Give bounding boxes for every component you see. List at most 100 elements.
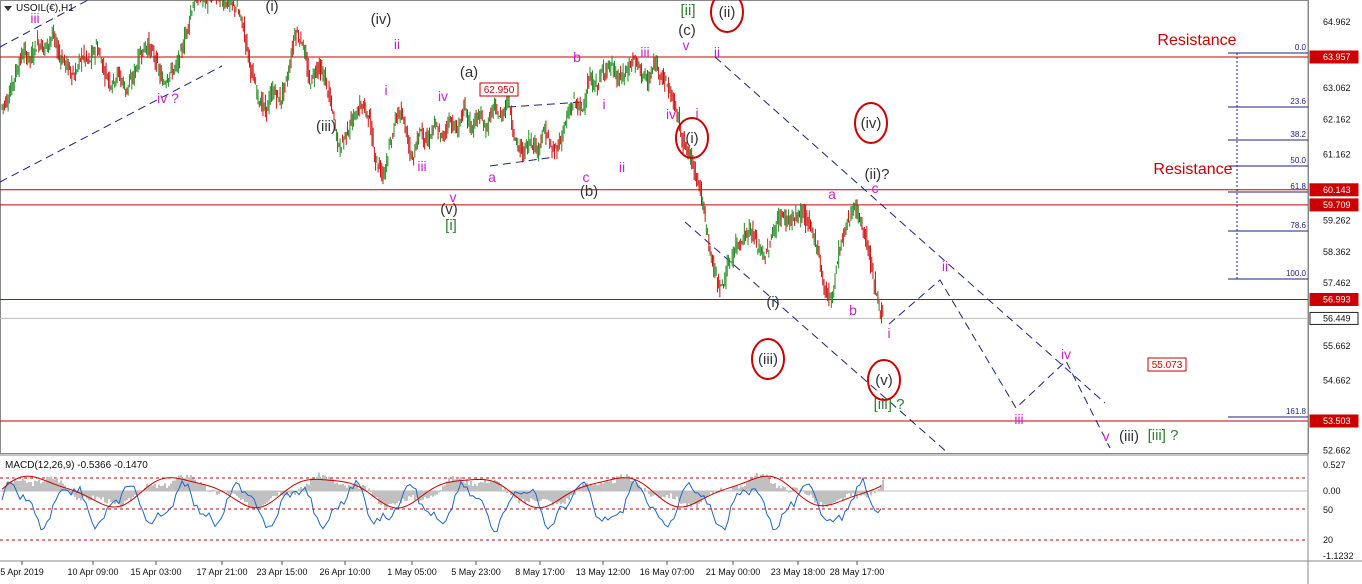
macd-histogram-bar (770, 483, 772, 491)
macd-histogram-bar (210, 489, 212, 491)
macd-histogram-bar (108, 491, 110, 500)
macd-histogram-bar (356, 483, 358, 491)
macd-histogram-bar (166, 487, 168, 491)
macd-histogram-bar (430, 491, 432, 496)
macd-histogram-bar (324, 475, 326, 491)
macd-histogram-bar (412, 491, 414, 496)
price-tick-label: 62.162 (1323, 115, 1351, 125)
wave-projection-path[interactable] (888, 279, 1111, 449)
time-tick-label: 23 May 18:00 (771, 567, 826, 577)
macd-histogram-bar (594, 483, 596, 491)
macd-histogram-bar (268, 491, 270, 501)
fib-level-label: 100.0 (1286, 269, 1307, 278)
macd-histogram-bar (198, 483, 200, 491)
macd-histogram-bar (328, 476, 330, 491)
macd-histogram-bar (18, 481, 20, 491)
macd-histogram-bar (94, 491, 96, 500)
macd-histogram-bar (634, 482, 636, 491)
wave-label-primary: [iii] ? (1148, 427, 1179, 444)
macd-histogram-bar (476, 485, 478, 491)
time-tick-label: 16 May 07:00 (640, 567, 695, 577)
macd-histogram-bar (604, 481, 606, 491)
macd-histogram-bar (780, 488, 782, 491)
macd-histogram-bar (502, 489, 504, 491)
macd-histogram-bar (756, 473, 758, 491)
macd-histogram-bar (216, 491, 218, 495)
trend-line[interactable] (0, 65, 223, 183)
macd-histogram-bar (370, 491, 372, 493)
wave-label-minor: i (602, 96, 605, 112)
price-tick-label: 61.162 (1323, 149, 1351, 159)
price-chart[interactable]: 0.023.638.250.061.878.6100.0161.8 iiiiv … (0, 0, 1362, 584)
macd-histogram-bar (666, 491, 668, 496)
macd-histogram-bar (40, 483, 42, 491)
macd-histogram-bar (614, 482, 616, 491)
macd-histogram-bar (58, 482, 60, 491)
macd-histogram-bar (506, 491, 508, 493)
macd-histogram-bar (842, 491, 844, 501)
price-label: 56.993 (1323, 294, 1351, 304)
time-tick-label: 17 Apr 21:00 (196, 567, 247, 577)
macd-histogram-bar (44, 480, 46, 491)
time-tick-label: 21 May 00:00 (706, 567, 761, 577)
macd-histogram-bar (626, 474, 628, 491)
macd-histogram-bar (262, 491, 264, 506)
macd-histogram-bar (382, 491, 384, 503)
wave-label-intermediate: (iii) (316, 118, 336, 135)
fib-level-label: 38.2 (1290, 130, 1306, 139)
macd-histogram-bar (164, 483, 166, 491)
macd-histogram-bar (100, 491, 102, 500)
macd-histogram-bar (208, 491, 210, 493)
macd-histogram-bar (808, 491, 810, 496)
time-tick-label: 26 Apr 10:00 (319, 567, 370, 577)
macd-histogram-bar (740, 486, 742, 491)
time-tick-label: 10 Apr 09:00 (67, 567, 118, 577)
macd-histogram-bar (132, 491, 134, 498)
price-label: 59.709 (1323, 200, 1351, 210)
macd-histogram-bar (540, 491, 542, 501)
macd-histogram-bar (322, 475, 324, 491)
triangle-down-icon[interactable] (4, 6, 12, 11)
macd-histogram-bar (828, 491, 830, 505)
price-label: 60.143 (1323, 185, 1351, 195)
macd-histogram-bar (194, 479, 196, 491)
macd-histogram-bar (624, 478, 626, 491)
macd-histogram-bar (88, 491, 90, 501)
macd-tick-label: -1.1232 (1323, 551, 1354, 561)
macd-histogram-bar (154, 483, 156, 491)
macd-histogram-bar (28, 481, 30, 491)
chart-title: USOIL(€),H1 (16, 3, 74, 14)
macd-histogram-bar (710, 491, 712, 493)
macd-title: MACD(12,26,9) -0.5366 -0.1470 (5, 460, 148, 471)
macd-histogram-bar (620, 474, 622, 491)
time-tick-label: 13 May 12:00 (576, 567, 631, 577)
wave-label-minor: iv (1061, 346, 1071, 362)
macd-histogram-bar (104, 491, 106, 503)
macd-histogram-bar (796, 487, 798, 491)
trend-line[interactable] (684, 221, 949, 454)
macd-histogram-bar (846, 491, 848, 495)
macd-histogram-bar (26, 483, 28, 491)
macd-histogram-bar (838, 491, 840, 500)
macd-histogram-bar (346, 487, 348, 491)
resistance-label: Resistance (1157, 32, 1236, 49)
price-tick-label: 55.662 (1323, 341, 1351, 351)
macd-histogram-bar (810, 491, 812, 495)
macd-histogram-bar (776, 488, 778, 491)
macd-histogram-bar (606, 480, 608, 491)
macd-histogram-bar (482, 482, 484, 491)
macd-histogram-bar (398, 491, 400, 502)
macd-histogram-bar (228, 491, 230, 495)
macd-histogram-bar (738, 488, 740, 491)
wave-label-intermediate: (v) (440, 201, 458, 218)
macd-histogram-bar (92, 491, 94, 496)
macd-histogram-bar (298, 488, 300, 491)
macd-histogram-bar (124, 491, 126, 502)
macd-histogram-bar (592, 485, 594, 491)
macd-histogram-bar (596, 484, 598, 491)
macd-histogram-bar (858, 491, 860, 494)
macd-histogram-bar (782, 486, 784, 491)
price-box-label: 55.073 (1152, 360, 1183, 371)
macd-histogram-bar (378, 491, 380, 505)
wave-label-circled: (ii) (719, 4, 736, 21)
